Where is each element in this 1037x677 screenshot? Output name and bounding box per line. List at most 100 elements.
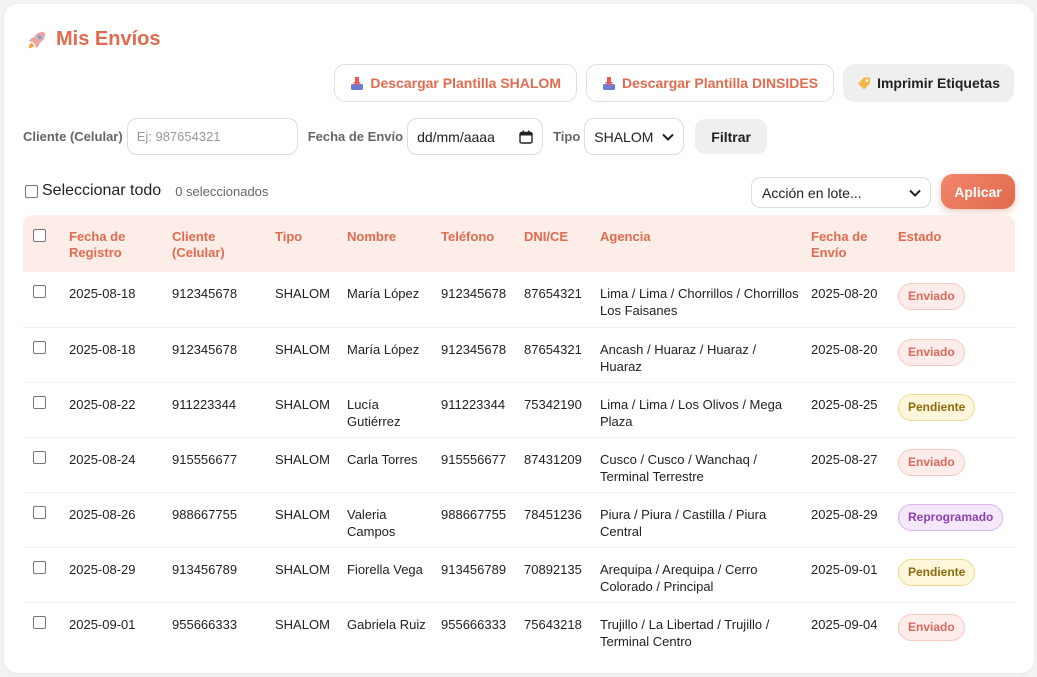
column-header[interactable]: Fecha de Envío bbox=[805, 215, 892, 272]
registration-date-cell: 2025-08-24 bbox=[63, 437, 166, 493]
date-filter-input[interactable]: dd/mm/aaaa bbox=[407, 118, 544, 155]
column-header[interactable]: Tipo bbox=[269, 215, 341, 272]
table-row[interactable]: 2025-08-29 913456789 SHALOM Fiorella Veg… bbox=[23, 547, 1015, 603]
agency-cell: Piura / Piura / Castilla / Piura Central bbox=[594, 492, 805, 548]
table-row[interactable]: 2025-08-26 988667755 SHALOM Valeria Camp… bbox=[23, 492, 1015, 548]
status-badge: Enviado bbox=[898, 613, 965, 641]
status-cell: Enviado bbox=[892, 272, 1015, 328]
row-checkbox[interactable] bbox=[33, 505, 46, 519]
calendar-icon[interactable] bbox=[519, 130, 533, 144]
table-row[interactable]: 2025-09-01 955666333 SHALOM Gabriela Rui… bbox=[23, 602, 1015, 655]
status-badge: Reprogramado bbox=[898, 503, 1004, 531]
table-row[interactable]: 2025-08-24 915556677 SHALOM Carla Torres… bbox=[23, 437, 1015, 493]
shipping-date-cell: 2025-08-20 bbox=[805, 327, 892, 383]
shipping-date-cell: 2025-09-01 bbox=[805, 547, 892, 603]
column-header[interactable]: DNI/CE bbox=[518, 215, 594, 272]
column-header[interactable]: Nombre bbox=[341, 215, 435, 272]
header-checkbox[interactable] bbox=[33, 229, 46, 242]
shipments-table-wrapper: Fecha de Registro Cliente (Celular) Tipo… bbox=[23, 215, 1015, 655]
row-checkbox-cell bbox=[23, 382, 63, 438]
type-cell: SHALOM bbox=[269, 272, 341, 328]
registration-date-cell: 2025-08-29 bbox=[63, 547, 166, 603]
registration-date-cell: 2025-08-22 bbox=[63, 382, 166, 438]
type-cell: SHALOM bbox=[269, 492, 341, 548]
agency-cell: Ancash / Huaraz / Huaraz / Huaraz bbox=[594, 327, 805, 383]
status-cell: Enviado bbox=[892, 437, 1015, 493]
shipments-table: Fecha de Registro Cliente (Celular) Tipo… bbox=[23, 215, 1015, 655]
agency-cell: Trujillo / La Libertad / Trujillo / Term… bbox=[594, 602, 805, 655]
apply-bulk-button[interactable]: Aplicar bbox=[941, 174, 1015, 209]
table-row[interactable]: 2025-08-18 912345678 SHALOM María López … bbox=[23, 272, 1015, 328]
row-checkbox[interactable] bbox=[33, 340, 46, 354]
column-header[interactable]: Cliente (Celular) bbox=[166, 215, 269, 272]
client-phone-cell: 955666333 bbox=[166, 602, 269, 655]
client-phone-cell: 913456789 bbox=[166, 547, 269, 603]
table-row[interactable]: 2025-08-22 911223344 SHALOM Lucía Gutiér… bbox=[23, 382, 1015, 438]
phone-cell: 988667755 bbox=[435, 492, 518, 548]
download-dinsides-label: Descargar Plantilla DINSIDES bbox=[622, 75, 819, 91]
client-phone-cell: 988667755 bbox=[166, 492, 269, 548]
dni-cell: 87431209 bbox=[518, 437, 594, 493]
type-cell: SHALOM bbox=[269, 547, 341, 603]
name-cell: Gabriela Ruiz bbox=[341, 602, 435, 655]
bulk-action-value: Acción en lote... bbox=[762, 184, 862, 201]
type-cell: SHALOM bbox=[269, 602, 341, 655]
row-checkbox-cell bbox=[23, 602, 63, 655]
top-actions: Descargar Plantilla SHALOM Descargar Pla… bbox=[334, 64, 1014, 102]
status-cell: Enviado bbox=[892, 327, 1015, 383]
column-header[interactable]: Agencia bbox=[594, 215, 805, 272]
agency-cell: Cusco / Cusco / Wanchaq / Terminal Terre… bbox=[594, 437, 805, 493]
selected-count: 0 seleccionados bbox=[175, 183, 269, 199]
agency-cell: Lima / Lima / Los Olivos / Mega Plaza bbox=[594, 382, 805, 438]
status-badge: Enviado bbox=[898, 448, 965, 476]
status-cell: Pendiente bbox=[892, 382, 1015, 438]
type-cell: SHALOM bbox=[269, 327, 341, 383]
download-shalom-label: Descargar Plantilla SHALOM bbox=[370, 75, 561, 91]
table-body: 2025-08-18 912345678 SHALOM María López … bbox=[23, 272, 1015, 655]
row-checkbox-cell bbox=[23, 327, 63, 383]
type-cell: SHALOM bbox=[269, 382, 341, 438]
download-shalom-button[interactable]: Descargar Plantilla SHALOM bbox=[334, 64, 577, 102]
download-dinsides-button[interactable]: Descargar Plantilla DINSIDES bbox=[586, 64, 835, 102]
type-cell: SHALOM bbox=[269, 437, 341, 493]
row-checkbox[interactable] bbox=[33, 395, 46, 409]
row-checkbox[interactable] bbox=[33, 450, 46, 464]
dni-cell: 70892135 bbox=[518, 547, 594, 603]
status-badge: Enviado bbox=[898, 338, 965, 366]
status-badge: Pendiente bbox=[898, 393, 976, 421]
type-filter-value: SHALOM bbox=[594, 128, 654, 145]
row-checkbox-cell bbox=[23, 547, 63, 603]
page-header: Mis Envíos bbox=[26, 28, 160, 51]
client-phone-cell: 912345678 bbox=[166, 272, 269, 328]
download-tray-icon bbox=[603, 76, 615, 90]
shipping-date-cell: 2025-08-27 bbox=[805, 437, 892, 493]
row-checkbox[interactable] bbox=[33, 285, 46, 298]
filter-button[interactable]: Filtrar bbox=[695, 119, 767, 154]
row-checkbox[interactable] bbox=[33, 615, 46, 629]
chevron-down-icon bbox=[909, 189, 921, 197]
column-header[interactable]: Fecha de Registro bbox=[63, 215, 166, 272]
table-row[interactable]: 2025-08-18 912345678 SHALOM María López … bbox=[23, 327, 1015, 383]
shipping-date-cell: 2025-08-20 bbox=[805, 272, 892, 328]
phone-cell: 912345678 bbox=[435, 272, 518, 328]
select-all-label[interactable]: Seleccionar todo bbox=[42, 182, 161, 200]
type-filter-label: Tipo bbox=[553, 129, 581, 144]
type-filter-select[interactable]: SHALOM bbox=[584, 118, 685, 155]
bulk-action-select[interactable]: Acción en lote... bbox=[751, 177, 931, 208]
status-badge: Pendiente bbox=[898, 558, 976, 586]
registration-date-cell: 2025-08-18 bbox=[63, 272, 166, 328]
bulk-actions-bar: Seleccionar todo 0 seleccionados Acción … bbox=[23, 174, 1015, 210]
select-all-checkbox[interactable] bbox=[25, 184, 38, 198]
status-cell: Enviado bbox=[892, 602, 1015, 655]
name-cell: Fiorella Vega bbox=[341, 547, 435, 603]
column-header[interactable]: Estado bbox=[892, 215, 1015, 272]
client-search-input[interactable]: Ej: 987654321 bbox=[126, 118, 298, 155]
client-search-placeholder: Ej: 987654321 bbox=[136, 129, 221, 144]
dni-cell: 87654321 bbox=[518, 272, 594, 328]
registration-date-cell: 2025-08-18 bbox=[63, 327, 166, 383]
row-checkbox[interactable] bbox=[33, 560, 46, 574]
name-cell: María López bbox=[341, 272, 435, 328]
column-header[interactable]: Teléfono bbox=[435, 215, 518, 272]
name-cell: Valeria Campos bbox=[341, 492, 435, 548]
print-labels-button[interactable]: Imprimir Etiquetas bbox=[843, 64, 1014, 102]
